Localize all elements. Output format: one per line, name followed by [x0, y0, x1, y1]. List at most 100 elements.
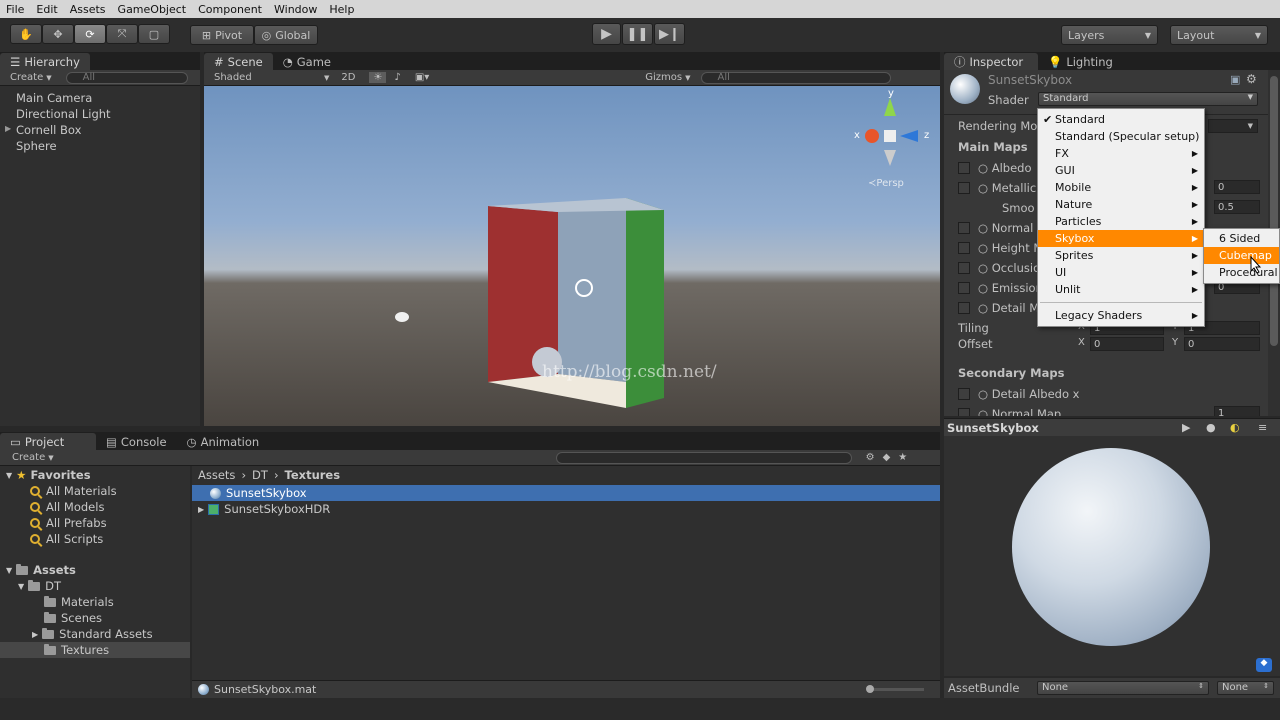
project-search-input[interactable] — [555, 451, 852, 464]
axis-y-arrow[interactable] — [884, 98, 896, 116]
pivot-toggle[interactable]: ⊞ Pivot — [190, 25, 254, 45]
axis-neg-y-arrow[interactable] — [884, 150, 896, 166]
shader-menu-item-standard[interactable]: ✔ Standard — [1038, 111, 1204, 128]
gizmo-center-cube[interactable] — [884, 130, 896, 142]
secondary-normal-texture-slot[interactable] — [958, 408, 970, 416]
play-button[interactable]: ▶ — [592, 23, 621, 45]
filter-label-icon[interactable]: ◆ — [883, 452, 891, 463]
tab-console[interactable]: ▤ Console — [96, 433, 177, 450]
sphere-shape-icon[interactable]: ● — [1206, 421, 1216, 434]
favorite-star-icon[interactable]: ★ — [898, 452, 907, 463]
breadcrumb-dt[interactable]: DT — [252, 468, 268, 482]
hand-tool-button[interactable]: ✋ — [10, 24, 42, 44]
breadcrumb-assets[interactable]: Assets — [198, 468, 235, 482]
tab-lighting[interactable]: 💡 Lighting — [1038, 53, 1123, 70]
metallic-value-field[interactable]: 0 — [1214, 180, 1260, 194]
gear-icon[interactable]: ⚙ — [1246, 72, 1257, 86]
shader-menu-item-ui[interactable]: UI ▶ — [1038, 264, 1204, 281]
skybox-menu-item-procedural[interactable]: Procedural — [1204, 264, 1279, 281]
menu-help[interactable]: Help — [323, 3, 360, 16]
favorite-all-scripts[interactable]: All Scripts — [30, 531, 103, 547]
tab-hierarchy[interactable]: ☰ Hierarchy — [0, 53, 90, 70]
menu-window[interactable]: Window — [268, 3, 323, 16]
perspective-label[interactable]: ≺Persp — [868, 178, 904, 189]
tree-item-standard-assets[interactable]: ▶ Standard Assets — [32, 626, 153, 642]
shading-dropdown[interactable]: Shaded — [214, 72, 324, 83]
expand-arrow-icon[interactable]: ▶ — [5, 124, 11, 133]
pause-button[interactable]: ❚❚ — [622, 23, 653, 45]
tab-animation[interactable]: ◷ Animation — [177, 433, 270, 450]
tab-scene[interactable]: # Scene — [204, 53, 273, 70]
shader-menu-item-particles[interactable]: Particles ▶ — [1038, 213, 1204, 230]
material-preview-area[interactable]: ◆ — [944, 436, 1280, 676]
filter-type-icon[interactable]: ⚙ — [866, 452, 875, 463]
global-toggle[interactable]: ◎ Global — [254, 25, 318, 45]
layers-dropdown[interactable]: Layers ▼ — [1061, 25, 1158, 45]
scrollbar-thumb[interactable] — [1270, 76, 1278, 346]
axis-x-handle[interactable] — [865, 129, 879, 143]
menu-assets[interactable]: Assets — [64, 3, 112, 16]
tree-item-materials[interactable]: Materials — [44, 594, 114, 610]
tree-item-scenes[interactable]: Scenes — [44, 610, 102, 626]
tab-game[interactable]: ◔ Game — [273, 53, 341, 70]
menu-icon[interactable]: ≡ — [1258, 421, 1267, 434]
rendering-mode-dropdown[interactable]: ▼ — [1208, 119, 1258, 133]
shader-dropdown[interactable]: Standard ▼ — [1038, 92, 1258, 106]
scene-viewport[interactable]: y x z ≺Persp http://blog.csdn.net/ — [204, 86, 940, 426]
hierarchy-search-input[interactable]: All — [65, 71, 188, 84]
shader-menu-item-mobile[interactable]: Mobile ▶ — [1038, 179, 1204, 196]
scale-tool-button[interactable]: ⤧ — [106, 24, 138, 44]
breadcrumb-textures[interactable]: Textures — [285, 468, 341, 482]
smoothness-value-field[interactable]: 0.5 — [1214, 200, 1260, 214]
menu-gameobject[interactable]: GameObject — [112, 3, 193, 16]
2d-toggle[interactable]: 2D — [341, 72, 355, 83]
height-map-texture-slot[interactable] — [958, 242, 970, 254]
play-icon[interactable]: ▶ — [1182, 421, 1190, 434]
secondary-normal-value-field[interactable]: 1 — [1214, 406, 1260, 416]
emission-texture-slot[interactable] — [958, 282, 970, 294]
hierarchy-create-button[interactable]: Create — [10, 72, 43, 83]
file-item-sunsetskybox[interactable]: SunsetSkybox — [192, 485, 940, 501]
skybox-menu-item-6-sided[interactable]: 6 Sided — [1204, 230, 1279, 247]
shader-menu-item-nature[interactable]: Nature ▶ — [1038, 196, 1204, 213]
offset-y-field[interactable]: 0 — [1184, 337, 1260, 351]
menu-component[interactable]: Component — [192, 3, 268, 16]
move-tool-button[interactable]: ✥ — [42, 24, 74, 44]
axis-z-arrow[interactable] — [900, 130, 918, 142]
metallic-texture-slot[interactable] — [958, 182, 970, 194]
shader-menu-item-sprites[interactable]: Sprites ▶ — [1038, 247, 1204, 264]
image-effects-icon[interactable]: ▣▾ — [415, 72, 429, 83]
detail-albedo-texture-slot[interactable] — [958, 388, 970, 400]
file-item-sunsetskyboxhdr[interactable]: ▶ SunsetSkyboxHDR — [198, 501, 330, 517]
favorite-all-materials[interactable]: All Materials — [30, 483, 117, 499]
layout-dropdown[interactable]: Layout ▼ — [1170, 25, 1268, 45]
favorites-header[interactable]: ▼ ★ Favorites — [6, 467, 91, 483]
shader-menu-item-unlit[interactable]: Unlit ▶ — [1038, 281, 1204, 298]
menu-edit[interactable]: Edit — [30, 3, 63, 16]
rect-tool-button[interactable]: ▢ — [138, 24, 170, 44]
assetbundle-dropdown[interactable]: None ⇕ — [1037, 681, 1209, 695]
tab-inspector[interactable]: ⓘ Inspector — [944, 53, 1038, 70]
sun-icon[interactable]: ☀ — [369, 72, 387, 83]
help-icon[interactable]: ▣ — [1230, 73, 1240, 86]
hierarchy-item-cornell-box[interactable]: Cornell Box — [16, 122, 81, 138]
favorite-all-prefabs[interactable]: All Prefabs — [30, 515, 107, 531]
tree-item-dt[interactable]: ▼ DT — [18, 578, 61, 594]
hierarchy-item-main-camera[interactable]: Main Camera — [16, 90, 92, 106]
favorite-all-models[interactable]: All Models — [30, 499, 104, 515]
occlusion-texture-slot[interactable] — [958, 262, 970, 274]
hierarchy-item-directional-light[interactable]: Directional Light — [16, 106, 111, 122]
audio-icon[interactable]: ♪ — [394, 72, 400, 83]
icon-size-slider[interactable] — [866, 685, 924, 693]
shader-menu-item-fx[interactable]: FX ▶ — [1038, 145, 1204, 162]
asset-label-icon[interactable]: ◆ — [1256, 658, 1272, 672]
detail-mask-texture-slot[interactable] — [958, 302, 970, 314]
rotate-tool-button[interactable]: ⟳ — [74, 24, 106, 44]
normal-map-texture-slot[interactable] — [958, 222, 970, 234]
project-create-button[interactable]: Create — [12, 452, 45, 463]
hierarchy-item-sphere[interactable]: Sphere — [16, 138, 57, 154]
shader-menu-item-standard-specular[interactable]: Standard (Specular setup) — [1038, 128, 1204, 145]
skybox-menu-item-cubemap[interactable]: Cubemap — [1204, 247, 1279, 264]
step-button[interactable]: ▶❙ — [654, 23, 685, 45]
shader-menu-item-gui[interactable]: GUI ▶ — [1038, 162, 1204, 179]
